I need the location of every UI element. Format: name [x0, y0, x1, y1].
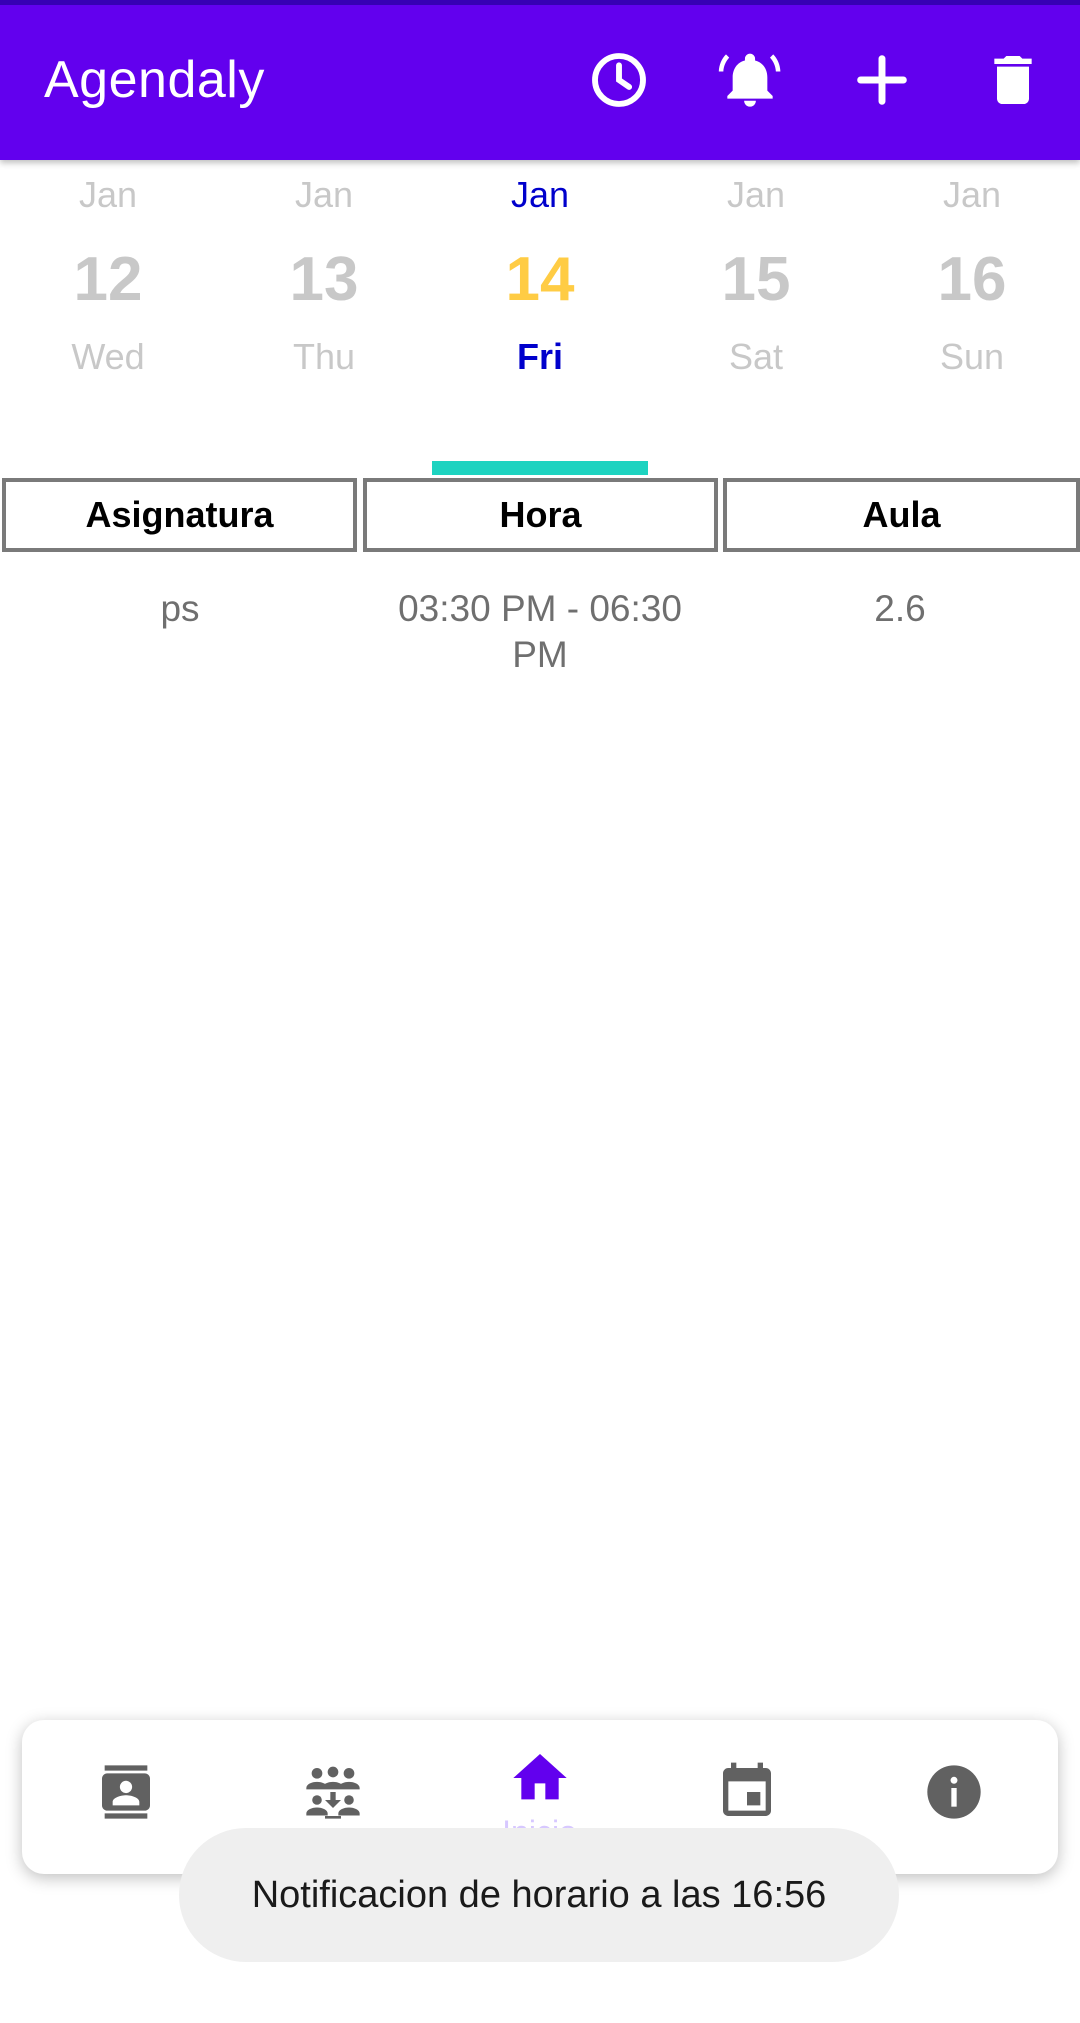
bell-ring-icon[interactable]	[718, 48, 782, 112]
app-bar: Agendaly	[0, 0, 1080, 160]
date-month: Jan	[510, 174, 570, 215]
date-month: Jan	[942, 174, 1002, 215]
date-cell-12[interactable]: Jan 12 Wed	[0, 170, 216, 382]
app-title: Agendaly	[44, 51, 265, 109]
date-weekday: Thu	[292, 336, 356, 377]
date-weekday: Sat	[728, 336, 784, 377]
info-icon	[927, 1765, 981, 1819]
add-icon[interactable]	[850, 48, 914, 112]
group-icon	[306, 1766, 360, 1819]
date-number: 16	[937, 245, 1007, 314]
screen: Agendaly Jan 12 Wed Jan 13 Thu Jan 14 Fr…	[0, 0, 1080, 2023]
date-month: Jan	[726, 174, 786, 215]
column-header-asignatura: Asignatura	[2, 478, 357, 552]
cell-asignatura[interactable]: ps	[0, 586, 360, 632]
contacts-icon	[102, 1765, 150, 1819]
cell-hora[interactable]: 03:30 PM - 06:30 PM	[378, 586, 702, 678]
home-icon	[513, 1754, 567, 1800]
selected-day-indicator	[432, 461, 648, 475]
toast-message: Notificacion de horario a las 16:56	[179, 1828, 899, 1962]
trash-icon[interactable]	[981, 48, 1045, 112]
cell-aula[interactable]: 2.6	[720, 586, 1080, 632]
column-header-hora: Hora	[363, 478, 718, 552]
date-number: 13	[289, 245, 359, 314]
date-cell-15[interactable]: Jan 15 Sat	[648, 170, 864, 382]
column-header-aula: Aula	[723, 478, 1080, 552]
calendar-icon	[723, 1762, 771, 1816]
status-line	[0, 0, 1080, 5]
date-number: 14	[505, 245, 575, 314]
date-cell-13[interactable]: Jan 13 Thu	[216, 170, 432, 382]
clock-icon[interactable]	[587, 48, 651, 112]
date-month: Jan	[78, 174, 138, 215]
date-weekday: Fri	[516, 336, 563, 377]
date-weekday: Wed	[71, 336, 145, 377]
date-weekday: Sun	[939, 336, 1005, 377]
date-cell-14-selected[interactable]: Jan 14 Fri	[432, 170, 648, 382]
date-number: 12	[73, 245, 143, 314]
date-number: 15	[721, 245, 791, 314]
date-cell-16[interactable]: Jan 16 Sun	[864, 170, 1080, 382]
date-month: Jan	[294, 174, 354, 215]
